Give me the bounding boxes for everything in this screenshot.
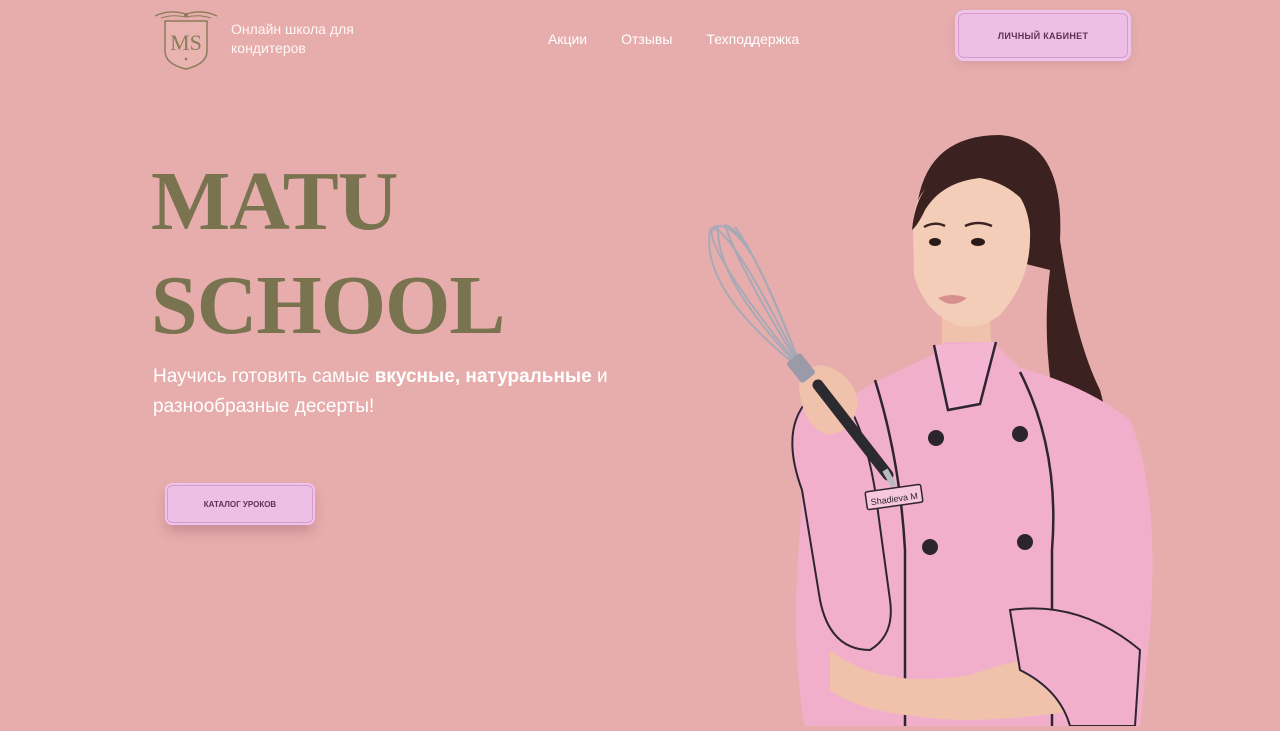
svg-text:MS: MS [170,30,202,55]
hero-subtitle-bold: вкусные, натуральные [374,366,592,387]
main-nav: Акции Отзывы Техподдержка [548,30,799,49]
nav-link-support[interactable]: Техподдержка [706,30,799,49]
hero-title: MATU SCHOOL [151,150,505,358]
school-logo[interactable]: MS [153,9,219,71]
lessons-catalog-button[interactable]: КАТАЛОГ УРОКОВ [167,485,313,523]
hero-title-line2: SCHOOL [151,259,505,352]
logo-tagline: Онлайн школа для кондитеров [231,21,354,56]
nav-link-reviews[interactable]: Отзывы [621,30,672,49]
hero-subtitle-part1: Научись готовить самые [153,366,375,387]
chef-photo: Shadieva M [680,130,1180,727]
nav-link-promotions[interactable]: Акции [548,30,587,49]
personal-cabinet-button[interactable]: ЛИЧНЫЙ КАБИНЕТ [958,13,1128,58]
hero-title-line1: MATU [151,155,398,248]
hero-subtitle: Научись готовить самые вкусные, натураль… [153,362,653,422]
